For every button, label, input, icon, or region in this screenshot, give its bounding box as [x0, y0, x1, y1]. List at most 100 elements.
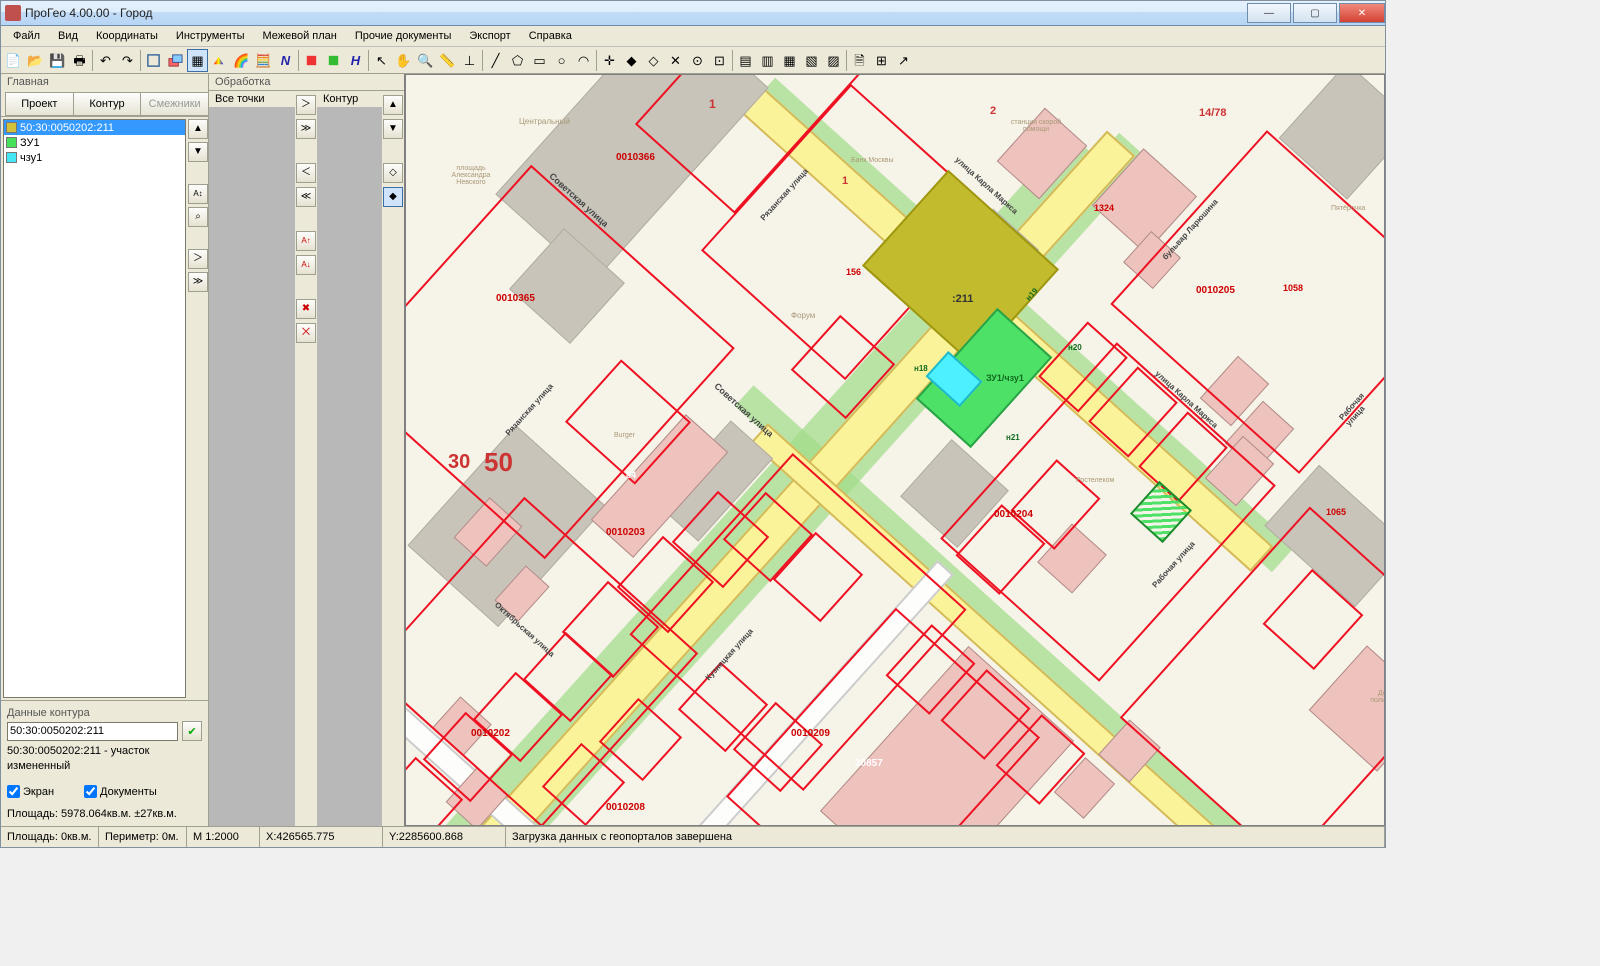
docs-checkbox[interactable]: Документы: [84, 785, 157, 798]
tool-snap4[interactable]: ✕: [665, 49, 686, 72]
screen-checkbox[interactable]: Экран: [7, 785, 54, 798]
tool-new[interactable]: 📄: [3, 49, 24, 72]
rotate-ccw-button[interactable]: ◆: [383, 187, 403, 207]
tool-paint[interactable]: [209, 49, 230, 72]
tool-table1[interactable]: ▤: [735, 49, 756, 72]
block-label: 0010202: [471, 728, 510, 739]
color-swatch-icon: [6, 137, 17, 148]
contour-points-list[interactable]: [317, 107, 382, 826]
tool-select[interactable]: ↖: [371, 49, 392, 72]
find-button[interactable]: ⌕: [188, 207, 208, 227]
delete-all-button[interactable]: ⨉: [296, 323, 316, 343]
tool-table5[interactable]: ▨: [823, 49, 844, 72]
pt-up-button[interactable]: ▲: [383, 95, 403, 115]
tool-circle[interactable]: ○: [551, 49, 572, 72]
remove-point-button[interactable]: ＜: [296, 163, 316, 183]
b-1065: 1065: [1326, 507, 1346, 517]
rotate-cw-button[interactable]: ◇: [383, 163, 403, 183]
tool-print[interactable]: 🖶: [69, 49, 90, 72]
contour-desc: 50:30:0050202:211 - участок измененный: [7, 744, 202, 773]
allpoints-list[interactable]: [209, 107, 295, 826]
tool-fill-green[interactable]: [323, 49, 344, 72]
sort-asc-button[interactable]: A↑: [296, 231, 316, 251]
menu-file[interactable]: Файл: [5, 28, 48, 44]
add-all-button[interactable]: ≫: [296, 119, 316, 139]
tool-poly[interactable]: ⬠: [507, 49, 528, 72]
project-tree[interactable]: 50:30:0050202:211 ЗУ1 чзу1: [3, 119, 186, 698]
tree-item-zu1[interactable]: ЗУ1: [4, 135, 185, 150]
menu-plan[interactable]: Межевой план: [255, 28, 345, 44]
map-canvas[interactable]: 0010366 0010365 0010205 0010204 0010203 …: [405, 74, 1385, 826]
tree-item-main[interactable]: 50:30:0050202:211: [4, 120, 185, 135]
expand-button[interactable]: ≫: [188, 272, 208, 292]
tool-layers[interactable]: [165, 49, 186, 72]
tool-snap2[interactable]: ◆: [621, 49, 642, 72]
tool-pan[interactable]: ✋: [393, 49, 414, 72]
menu-otherdocs[interactable]: Прочие документы: [347, 28, 460, 44]
move-down-button[interactable]: ▼: [188, 142, 208, 162]
tab-neighbors[interactable]: Смежники: [140, 92, 209, 116]
poi-burger: Burger: [614, 432, 635, 439]
tool-ortho[interactable]: ⊥: [459, 49, 480, 72]
menu-export[interactable]: Экспорт: [461, 28, 518, 44]
pt-n21: н21: [1006, 433, 1020, 442]
minimize-button[interactable]: —: [1247, 3, 1291, 23]
tool-redo[interactable]: ↷: [117, 49, 138, 72]
b-1324: 1324: [1094, 203, 1114, 213]
tool-export[interactable]: ↗: [893, 49, 914, 72]
tool-arc[interactable]: ◠: [573, 49, 594, 72]
tool-measure[interactable]: 📏: [437, 49, 458, 72]
allpoints-label: Все точки: [209, 91, 295, 107]
menu-help[interactable]: Справка: [521, 28, 580, 44]
sort-az-button[interactable]: A↕: [188, 184, 208, 204]
tab-project[interactable]: Проект: [5, 92, 74, 116]
add-point-button[interactable]: ＞: [296, 95, 316, 115]
poi-clinic: Детская поликлиника: [1361, 690, 1385, 704]
tool-rect[interactable]: ▭: [529, 49, 550, 72]
tool-line[interactable]: ╱: [485, 49, 506, 72]
tool-zoom-extent[interactable]: [143, 49, 164, 72]
tool-rainbow[interactable]: 🌈: [231, 49, 252, 72]
status-perim: Периметр: 0м.: [99, 827, 187, 847]
color-swatch-icon: [6, 122, 17, 133]
tool-save[interactable]: 💾: [47, 49, 68, 72]
block-label: 0010204: [994, 509, 1033, 520]
apply-button[interactable]: ✔: [182, 721, 202, 741]
tool-fill-red[interactable]: [301, 49, 322, 72]
maximize-button[interactable]: ▢: [1293, 3, 1337, 23]
delete-sel-button[interactable]: ✖: [296, 299, 316, 319]
parcel-zu-label: ЗУ1/чзу1: [986, 373, 1024, 383]
tool-label-n[interactable]: N: [275, 49, 296, 72]
pt-down-button[interactable]: ▼: [383, 119, 403, 139]
tool-grid[interactable]: ▦: [187, 49, 208, 72]
menu-view[interactable]: Вид: [50, 28, 86, 44]
tree-item-chzu1[interactable]: чзу1: [4, 150, 185, 165]
contour-id-input[interactable]: [7, 722, 178, 741]
tool-snap6[interactable]: ⊡: [709, 49, 730, 72]
close-button[interactable]: ✕: [1339, 3, 1385, 23]
tool-table3[interactable]: ▦: [779, 49, 800, 72]
sort-desc-button[interactable]: A↓: [296, 255, 316, 275]
tool-table4[interactable]: ▧: [801, 49, 822, 72]
district-label: 30: [448, 451, 470, 474]
b-1058: 1058: [1283, 283, 1303, 293]
poi-sdush: СДЮСШ: [866, 825, 894, 826]
tool-calc[interactable]: 🧮: [253, 49, 274, 72]
menu-tools[interactable]: Инструменты: [168, 28, 253, 44]
tool-table2[interactable]: ▥: [757, 49, 778, 72]
tool-snap1[interactable]: ✛: [599, 49, 620, 72]
tab-contour[interactable]: Контур: [73, 92, 142, 116]
tool-open[interactable]: 📂: [25, 49, 46, 72]
tool-snap3[interactable]: ◇: [643, 49, 664, 72]
move-up-button[interactable]: ▲: [188, 119, 208, 139]
tool-report[interactable]: 🗎: [849, 49, 870, 72]
tool-excel[interactable]: ⊞: [871, 49, 892, 72]
tool-snap5[interactable]: ⊙: [687, 49, 708, 72]
processing-panel: Обработка Все точки ＞ ≫ ＜ ≪ A↑ A↓ ✖: [209, 74, 405, 826]
tool-zoomin[interactable]: 🔍: [415, 49, 436, 72]
tool-undo[interactable]: ↶: [95, 49, 116, 72]
menu-coords[interactable]: Координаты: [88, 28, 166, 44]
tool-label-h[interactable]: H: [345, 49, 366, 72]
remove-all-button[interactable]: ≪: [296, 187, 316, 207]
collapse-button[interactable]: ＞: [188, 249, 208, 269]
